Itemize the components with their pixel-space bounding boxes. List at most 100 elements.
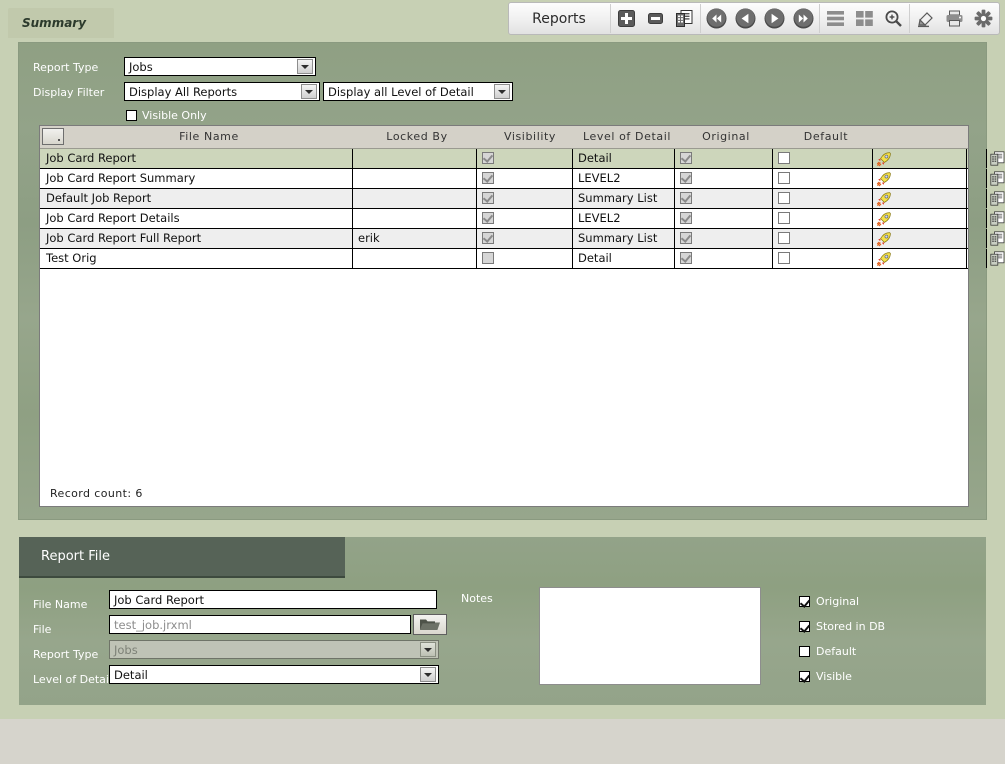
cell-default-checkbox[interactable]: [778, 172, 790, 184]
cell-visibility-checkbox[interactable]: [482, 252, 494, 264]
cell-visibility-checkbox[interactable]: [482, 172, 494, 184]
copy-icon[interactable]: [990, 251, 1005, 269]
table-row[interactable]: Job Card Report Full ReporterikSummary L…: [40, 229, 968, 249]
column-header-locked-by[interactable]: Locked By: [356, 126, 478, 148]
cell-original-checkbox[interactable]: [680, 252, 692, 264]
checkbox-stored-in-db[interactable]: Stored in DB: [799, 620, 885, 633]
grid-view-icon[interactable]: [850, 3, 879, 34]
visible-only-checkbox-box[interactable]: [126, 110, 137, 121]
notes-textarea[interactable]: [539, 587, 761, 685]
file-input[interactable]: test_job.jrxml: [109, 615, 411, 634]
notes-value: [540, 588, 760, 594]
cell-original-checkbox[interactable]: [680, 212, 692, 224]
table-row[interactable]: Job Card Report DetailsLEVEL2: [40, 209, 968, 229]
cell-default-checkbox[interactable]: [778, 192, 790, 204]
cell-divider: [986, 249, 987, 268]
rocket-icon[interactable]: [876, 171, 892, 190]
rocket-icon[interactable]: [876, 211, 892, 230]
table-row[interactable]: Job Card ReportDetail: [40, 149, 968, 169]
visible-only-checkbox[interactable]: Visible Only: [126, 109, 207, 122]
checkbox-original[interactable]: Original: [799, 595, 859, 608]
checkbox-visible[interactable]: Visible: [799, 670, 852, 683]
cell-locked-by: [354, 209, 480, 228]
remove-icon[interactable]: [641, 3, 670, 34]
cell-divider: [966, 209, 967, 228]
cell-divider: [872, 209, 873, 228]
search-icon[interactable]: [879, 3, 908, 34]
level-of-detail-select[interactable]: Detail: [109, 665, 439, 684]
browse-folder-button[interactable]: [413, 614, 447, 635]
duplicate-icon[interactable]: [670, 3, 699, 34]
column-header-visibility[interactable]: Visibility: [478, 126, 582, 148]
copy-icon[interactable]: [990, 231, 1005, 249]
first-record-icon[interactable]: [702, 3, 731, 34]
last-record-icon[interactable]: [789, 3, 818, 34]
cell-original-checkbox[interactable]: [680, 192, 692, 204]
column-header-file-name[interactable]: File Name: [64, 126, 354, 148]
cell-divider: [986, 149, 987, 168]
checkbox-box[interactable]: [799, 671, 810, 682]
cell-level-of-detail: LEVEL2: [574, 169, 678, 188]
bottom-strip: [19, 705, 986, 719]
cell-visibility-checkbox[interactable]: [482, 212, 494, 224]
table-row[interactable]: Test OrigDetail: [40, 249, 968, 269]
report-file-type-label: Report Type: [33, 648, 98, 661]
chevron-down-icon[interactable]: [301, 84, 317, 99]
toolbar-divider: [909, 4, 910, 33]
copy-icon[interactable]: [990, 191, 1005, 209]
column-header-level-of-detail[interactable]: Level of Detail: [574, 126, 680, 148]
checkbox-box[interactable]: [799, 621, 810, 632]
table-row[interactable]: Default Job ReportSummary List: [40, 189, 968, 209]
cell-divider: [572, 169, 573, 188]
copy-icon[interactable]: [990, 151, 1005, 169]
settings-icon[interactable]: [969, 3, 998, 34]
rocket-icon[interactable]: [876, 231, 892, 250]
file-name-input[interactable]: Job Card Report: [109, 590, 437, 609]
previous-record-icon[interactable]: [731, 3, 760, 34]
erase-icon[interactable]: [911, 3, 940, 34]
report-file-type-value: Jobs: [110, 643, 420, 657]
chevron-down-icon[interactable]: [420, 667, 436, 682]
cell-default-checkbox[interactable]: [778, 232, 790, 244]
application-window: Summary Reports: [0, 0, 1005, 764]
checkbox-default[interactable]: Default: [799, 645, 856, 658]
checkbox-box[interactable]: [799, 596, 810, 607]
chevron-down-icon[interactable]: [494, 84, 510, 99]
cell-visibility-checkbox[interactable]: [482, 192, 494, 204]
report-type-select[interactable]: Jobs: [124, 57, 316, 76]
tab-summary[interactable]: Summary: [8, 8, 114, 38]
report-file-panel-title-label: Report File: [41, 549, 110, 564]
print-icon[interactable]: [940, 3, 969, 34]
cell-divider: [772, 209, 773, 228]
cell-visibility-checkbox[interactable]: [482, 232, 494, 244]
cell-visibility-checkbox[interactable]: [482, 152, 494, 164]
table-row[interactable]: Job Card Report SummaryLEVEL2: [40, 169, 968, 189]
rocket-icon[interactable]: [876, 251, 892, 270]
chevron-down-icon[interactable]: [297, 59, 313, 74]
cell-divider: [966, 229, 967, 248]
cell-divider: [572, 189, 573, 208]
column-header-original[interactable]: Original: [676, 126, 776, 148]
cell-default-checkbox[interactable]: [778, 152, 790, 164]
cell-divider: [966, 149, 967, 168]
cell-divider: [572, 229, 573, 248]
cell-locked-by: [354, 149, 480, 168]
level-of-detail-filter-select[interactable]: Display all Level of Detail: [323, 82, 513, 101]
cell-original-checkbox[interactable]: [680, 172, 692, 184]
cell-original-checkbox[interactable]: [680, 152, 692, 164]
checkbox-box[interactable]: [799, 646, 810, 657]
column-header-default[interactable]: Default: [776, 126, 876, 148]
cell-default-checkbox[interactable]: [778, 252, 790, 264]
copy-icon[interactable]: [990, 211, 1005, 229]
select-all-button[interactable]: [42, 128, 64, 145]
rocket-icon[interactable]: [876, 191, 892, 210]
list-view-icon[interactable]: [821, 3, 850, 34]
cell-original-checkbox[interactable]: [680, 232, 692, 244]
copy-icon[interactable]: [990, 171, 1005, 189]
table-header-row: File Name Locked By Visibility Level of …: [40, 126, 968, 149]
add-icon[interactable]: [612, 3, 641, 34]
display-filter-select[interactable]: Display All Reports: [124, 82, 320, 101]
next-record-icon[interactable]: [760, 3, 789, 34]
cell-default-checkbox[interactable]: [778, 212, 790, 224]
rocket-icon[interactable]: [876, 151, 892, 170]
